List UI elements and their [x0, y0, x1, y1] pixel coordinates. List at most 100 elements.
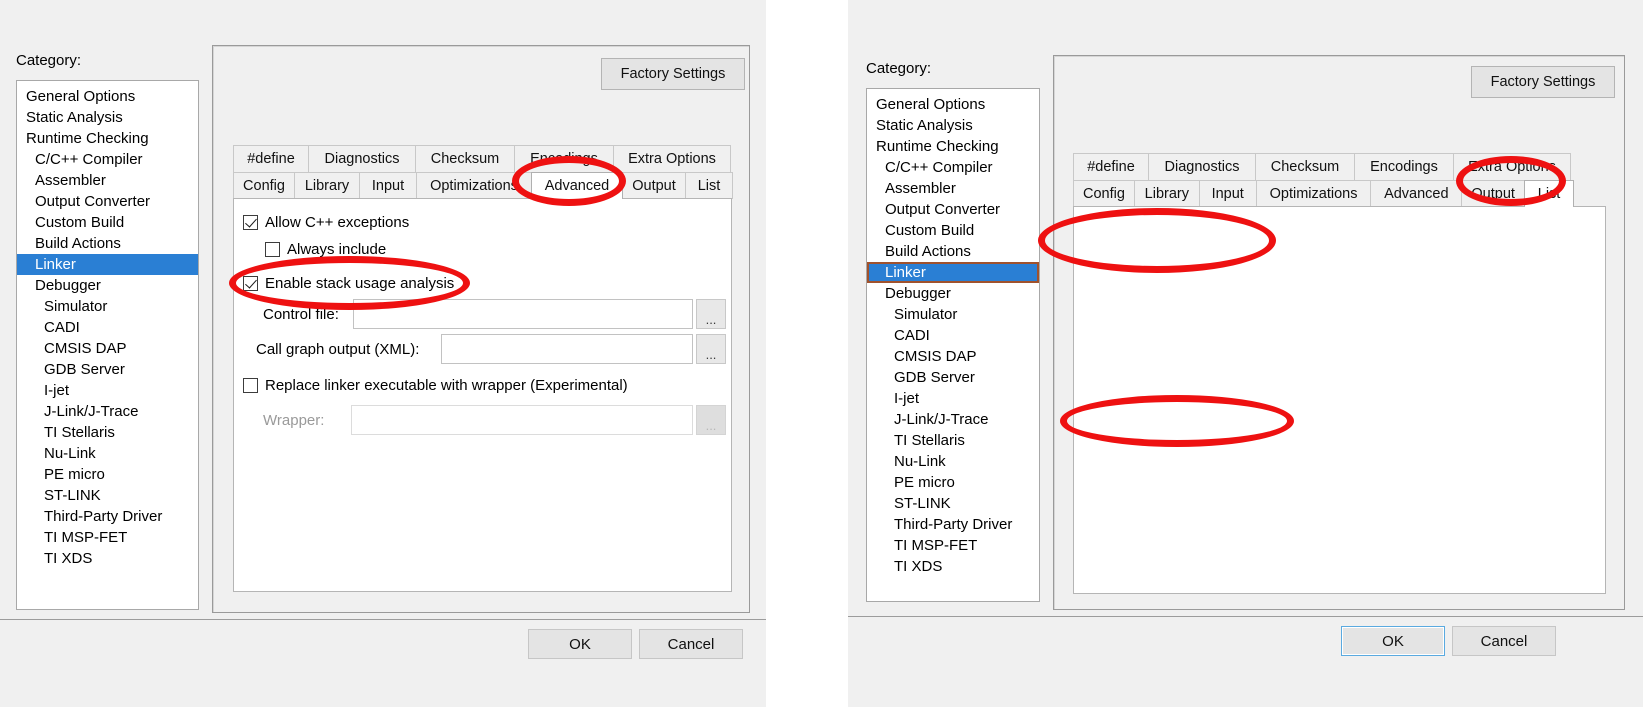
category-item-gdb-server[interactable]: GDB Server — [17, 359, 198, 380]
category-item-output-converter[interactable]: Output Converter — [867, 199, 1039, 220]
tab-library[interactable]: Library — [294, 172, 360, 199]
category-item-ti-stellaris[interactable]: TI Stellaris — [17, 422, 198, 443]
category-item-ti-msp-fet[interactable]: TI MSP-FET — [867, 535, 1039, 556]
category-item-c-cpp-compiler[interactable]: C/C++ Compiler — [17, 149, 198, 170]
tab-list[interactable]: List — [1524, 180, 1575, 207]
category-item-cmsis-dap[interactable]: CMSIS DAP — [867, 346, 1039, 367]
category-item-i-jet[interactable]: I-jet — [867, 388, 1039, 409]
category-item-j-link-j-trace[interactable]: J-Link/J-Trace — [867, 409, 1039, 430]
tab-config[interactable]: Config — [233, 172, 295, 199]
checkbox-label: Replace linker executable with wrapper (… — [265, 377, 628, 394]
ok-button[interactable]: OK — [528, 629, 632, 659]
category-item-ti-stellaris[interactable]: TI Stellaris — [867, 430, 1039, 451]
category-item-cadi[interactable]: CADI — [867, 325, 1039, 346]
cancel-button[interactable]: Cancel — [1452, 626, 1556, 656]
category-item-runtime-checking[interactable]: Runtime Checking — [17, 128, 198, 149]
tab-library[interactable]: Library — [1133, 180, 1200, 207]
category-list[interactable]: General Options Static Analysis Runtime … — [16, 80, 199, 610]
control-file-browse-button[interactable]: ... — [696, 299, 726, 329]
category-item-static-analysis[interactable]: Static Analysis — [867, 115, 1039, 136]
tab-extra-options[interactable]: Extra Options — [613, 145, 731, 172]
category-item-assembler[interactable]: Assembler — [867, 178, 1039, 199]
tab-checksum[interactable]: Checksum — [415, 145, 515, 172]
tab-input[interactable]: Input — [1198, 180, 1257, 207]
category-item-simulator[interactable]: Simulator — [17, 296, 198, 317]
category-item-nu-link[interactable]: Nu-Link — [17, 443, 198, 464]
control-file-input[interactable] — [353, 299, 693, 329]
tab-diagnostics[interactable]: Diagnostics — [308, 145, 416, 172]
category-item-build-actions[interactable]: Build Actions — [17, 233, 198, 254]
tab-output[interactable]: Output — [622, 172, 686, 199]
category-label: Category: — [16, 52, 82, 69]
category-item-output-converter[interactable]: Output Converter — [17, 191, 198, 212]
tabrow-bottom: Config Library Input Optimizations Advan… — [233, 172, 733, 199]
checkbox-icon[interactable] — [265, 242, 280, 257]
factory-settings-button[interactable]: Factory Settings — [601, 58, 745, 90]
tab-input[interactable]: Input — [359, 172, 417, 199]
tab-diagnostics[interactable]: Diagnostics — [1148, 153, 1256, 180]
category-list[interactable]: General Options Static Analysis Runtime … — [866, 88, 1040, 602]
category-item-gdb-server[interactable]: GDB Server — [867, 367, 1039, 388]
tab-define[interactable]: #define — [233, 145, 309, 172]
control-file-label: Control file: — [263, 306, 339, 323]
checkbox-icon[interactable] — [243, 378, 258, 393]
category-item-debugger[interactable]: Debugger — [17, 275, 198, 296]
category-item-pe-micro[interactable]: PE micro — [867, 472, 1039, 493]
tab-encodings[interactable]: Encodings — [1354, 153, 1454, 180]
category-item-st-link[interactable]: ST-LINK — [17, 485, 198, 506]
category-item-static-analysis[interactable]: Static Analysis — [17, 107, 198, 128]
category-item-j-link-j-trace[interactable]: J-Link/J-Trace — [17, 401, 198, 422]
category-item-simulator[interactable]: Simulator — [867, 304, 1039, 325]
tab-advanced[interactable]: Advanced — [1370, 180, 1463, 207]
tab-encodings[interactable]: Encodings — [514, 145, 614, 172]
category-item-ti-msp-fet[interactable]: TI MSP-FET — [17, 527, 198, 548]
category-item-build-actions[interactable]: Build Actions — [867, 241, 1039, 262]
checkbox-enable-stack-usage-analysis[interactable]: Enable stack usage analysis — [243, 275, 454, 292]
category-item-runtime-checking[interactable]: Runtime Checking — [867, 136, 1039, 157]
category-item-linker[interactable]: Linker — [17, 254, 198, 275]
tab-output[interactable]: Output — [1461, 180, 1526, 207]
tab-checksum[interactable]: Checksum — [1255, 153, 1355, 180]
category-item-cmsis-dap[interactable]: CMSIS DAP — [17, 338, 198, 359]
category-item-debugger[interactable]: Debugger — [867, 283, 1039, 304]
options-groupbox: Factory Settings #define Diagnostics Che… — [1053, 55, 1625, 610]
category-item-assembler[interactable]: Assembler — [17, 170, 198, 191]
category-item-general-options[interactable]: General Options — [17, 86, 198, 107]
category-item-third-party-driver[interactable]: Third-Party Driver — [867, 514, 1039, 535]
tab-advanced[interactable]: Advanced — [531, 172, 623, 199]
ok-button[interactable]: OK — [1341, 626, 1445, 656]
tab-optimizations[interactable]: Optimizations — [416, 172, 532, 199]
category-item-i-jet[interactable]: I-jet — [17, 380, 198, 401]
category-item-third-party-driver[interactable]: Third-Party Driver — [17, 506, 198, 527]
tab-define[interactable]: #define — [1073, 153, 1149, 180]
options-dialog-left: Category: General Options Static Analysi… — [0, 0, 766, 707]
checkbox-replace-linker-executable[interactable]: Replace linker executable with wrapper (… — [243, 377, 628, 394]
tabrow-bottom: Config Library Input Optimizations Advan… — [1073, 180, 1575, 207]
category-item-custom-build[interactable]: Custom Build — [867, 220, 1039, 241]
cancel-button[interactable]: Cancel — [639, 629, 743, 659]
factory-settings-button[interactable]: Factory Settings — [1471, 66, 1615, 98]
tab-optimizations[interactable]: Optimizations — [1255, 180, 1372, 207]
tabstrip: #define Diagnostics Checksum Encodings E… — [233, 145, 733, 199]
tab-config[interactable]: Config — [1073, 180, 1135, 207]
checkbox-icon[interactable] — [243, 276, 258, 291]
checkbox-icon[interactable] — [243, 215, 258, 230]
checkbox-always-include[interactable]: Always include — [265, 241, 386, 258]
category-item-general-options[interactable]: General Options — [867, 94, 1039, 115]
call-graph-output-browse-button[interactable]: ... — [696, 334, 726, 364]
category-item-custom-build[interactable]: Custom Build — [17, 212, 198, 233]
wrapper-browse-button: ... — [696, 405, 726, 435]
category-item-c-cpp-compiler[interactable]: C/C++ Compiler — [867, 157, 1039, 178]
checkbox-allow-cpp-exceptions[interactable]: Allow C++ exceptions — [243, 214, 409, 231]
category-item-cadi[interactable]: CADI — [17, 317, 198, 338]
tab-extra-options[interactable]: Extra Options — [1453, 153, 1571, 180]
category-item-ti-xds[interactable]: TI XDS — [867, 556, 1039, 577]
wrapper-input — [351, 405, 693, 435]
category-item-ti-xds[interactable]: TI XDS — [17, 548, 198, 569]
call-graph-output-input[interactable] — [441, 334, 693, 364]
category-item-st-link[interactable]: ST-LINK — [867, 493, 1039, 514]
category-item-pe-micro[interactable]: PE micro — [17, 464, 198, 485]
tab-list[interactable]: List — [685, 172, 733, 199]
category-item-nu-link[interactable]: Nu-Link — [867, 451, 1039, 472]
category-item-linker[interactable]: Linker — [867, 262, 1039, 283]
